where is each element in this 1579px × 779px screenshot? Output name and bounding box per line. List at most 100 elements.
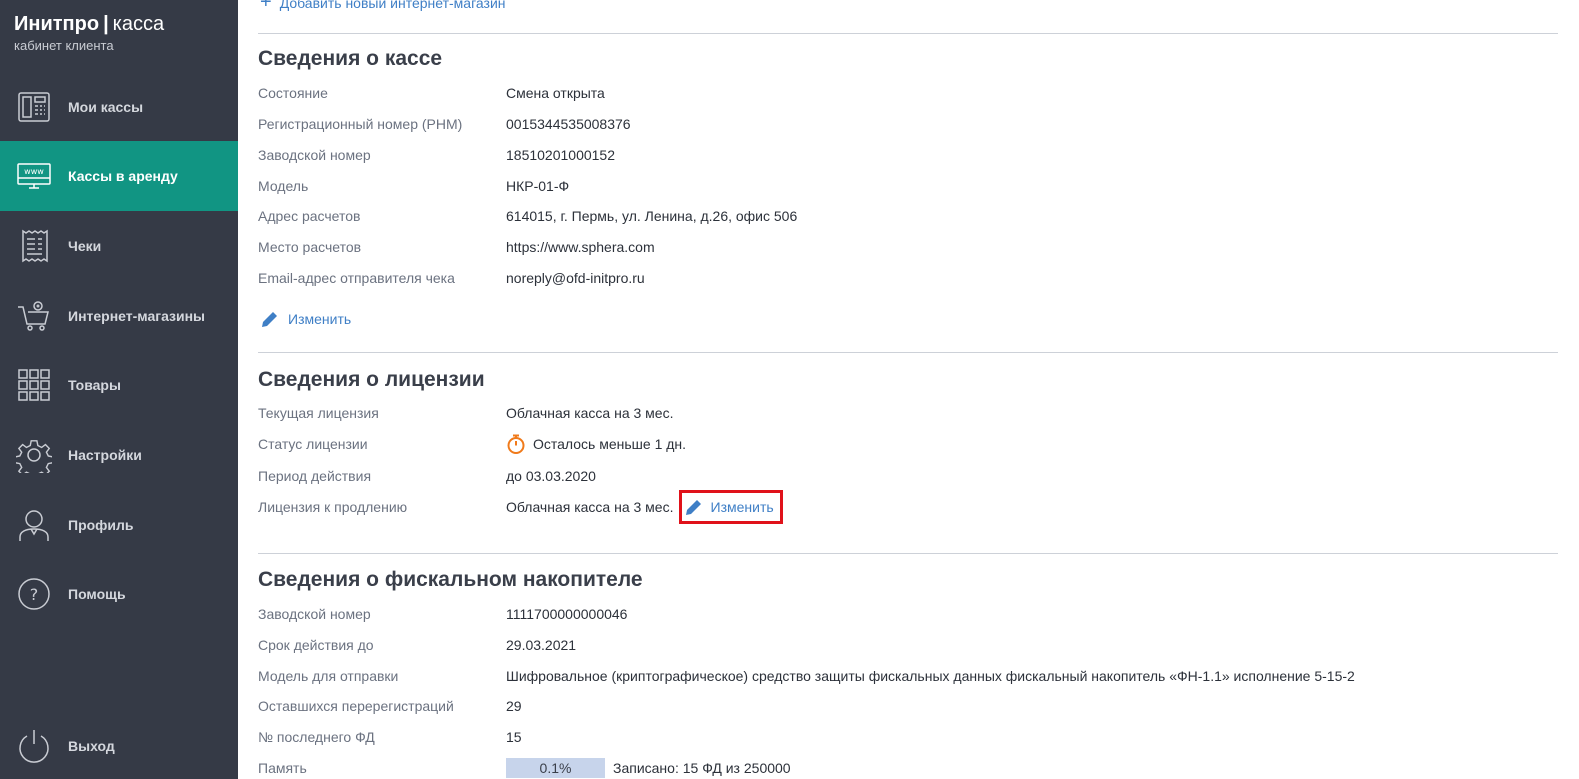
fn-row-model: Модель для отправки Шифровальное (криптог… xyxy=(258,665,1558,687)
row-value: Осталось меньше 1 дн. xyxy=(506,434,686,454)
row-label: Лицензия к продлению xyxy=(258,499,408,515)
sidebar-item-logout[interactable]: Выход xyxy=(0,711,238,779)
divider xyxy=(258,33,1558,34)
sidebar-item-my-kassas[interactable]: Мои кассы xyxy=(0,72,238,142)
row-label: Статус лицензии xyxy=(258,436,368,452)
row-value: https://www.sphera.com xyxy=(506,239,655,255)
row-value: 18510201000152 xyxy=(506,147,616,163)
brand-separator: | xyxy=(103,13,109,35)
edit-label: Изменить xyxy=(710,499,774,515)
row-value: Смена открыта xyxy=(506,85,605,101)
kassa-edit-button[interactable]: Изменить xyxy=(260,309,351,329)
license-row-period: Период действия до 03.03.2020 xyxy=(258,465,1558,487)
memory-text: Записано: 15 ФД из 250000 xyxy=(613,760,791,776)
sidebar-item-label: Помощь xyxy=(68,586,126,602)
row-value: 1111700000000046 xyxy=(506,606,628,622)
row-value: noreply@ofd-initpro.ru xyxy=(506,270,645,286)
sidebar-item-label: Кассы в аренду xyxy=(68,168,178,184)
fn-row-rereg: Оставшихся перерегистраций 29 xyxy=(258,695,1558,717)
row-value: Облачная касса на 3 мес. xyxy=(506,405,674,421)
sidebar-item-rental-kassas[interactable]: www Кассы в аренду xyxy=(0,141,238,211)
kassa-section-title: Сведения о кассе xyxy=(258,47,443,70)
row-label: Модель xyxy=(258,178,309,194)
brand-subtitle: кабинет клиента xyxy=(14,38,114,53)
sidebar-item-label: Мои кассы xyxy=(68,99,144,115)
sidebar-item-label: Настройки xyxy=(68,447,142,463)
add-shop-label: Добавить новый интернет-магазин xyxy=(279,0,506,11)
sidebar-item-label: Чеки xyxy=(68,238,102,254)
kassa-row-rnm: Регистрационный номер (РНМ) 0015344535008… xyxy=(258,113,1558,135)
pencil-icon xyxy=(262,310,279,327)
row-value: до 03.03.2020 xyxy=(506,468,596,484)
kassa-row-place: Место расчетов https://www.sphera.com xyxy=(258,236,1558,258)
row-label: Заводской номер xyxy=(258,147,371,163)
main-content: + Добавить новый интернет-магазин Сведен… xyxy=(258,0,1558,779)
timer-icon xyxy=(507,434,525,454)
pencil-icon xyxy=(685,500,701,515)
row-label: Оставшихся перерегистраций xyxy=(258,698,454,714)
brand-suffix: касса xyxy=(112,13,165,35)
sidebar-item-profile[interactable]: Профиль xyxy=(0,490,238,560)
license-row-status: Статус лицензии Осталось меньше 1 дн. xyxy=(258,433,1558,455)
row-label: № последнего ФД xyxy=(258,729,375,745)
fn-row-memory: Память 0.1% Записано: 15 ФД из 250000 xyxy=(258,757,1558,779)
license-section-title: Сведения о лицензии xyxy=(258,368,485,391)
kassa-row-status: Состояние Смена открыта xyxy=(258,82,1558,104)
row-label: Заводской номер xyxy=(258,606,371,622)
license-row-renewal: Лицензия к продлению Облачная касса на 3… xyxy=(258,490,1558,524)
edit-label: Изменить xyxy=(288,311,352,327)
sidebar-item-label: Выход xyxy=(68,738,115,754)
plus-icon: + xyxy=(260,0,272,13)
svg-text:www: www xyxy=(24,167,44,176)
sidebar-item-receipts[interactable]: Чеки xyxy=(0,211,238,281)
row-label: Email-адрес отправителя чека xyxy=(258,270,455,286)
row-value: 29 xyxy=(506,698,522,714)
license-status-text: Осталось меньше 1 дн. xyxy=(533,436,687,452)
row-value: 0015344535008376 xyxy=(506,116,631,132)
kassa-row-serial: Заводской номер 18510201000152 xyxy=(258,144,1558,166)
renewal-edit-button[interactable]: Изменить xyxy=(678,490,783,524)
user-icon xyxy=(16,507,52,543)
grid-icon xyxy=(16,367,52,403)
license-row-current: Текущая лицензия Облачная касса на 3 мес. xyxy=(258,402,1558,424)
row-label: Текущая лицензия xyxy=(258,405,379,421)
sidebar-item-online-shops[interactable]: Интернет-магазины xyxy=(0,281,238,351)
divider xyxy=(258,553,1558,554)
brand: Инитпро | касса кабинет клиента xyxy=(14,12,164,53)
sidebar-item-settings[interactable]: Настройки xyxy=(0,420,238,490)
row-value: 15 xyxy=(506,729,522,745)
svg-text:?: ? xyxy=(30,585,39,604)
sidebar-item-label: Профиль xyxy=(68,517,134,533)
sidebar-item-products[interactable]: Товары xyxy=(0,350,238,420)
row-value: 29.03.2021 xyxy=(506,637,577,653)
row-label: Состояние xyxy=(258,85,328,101)
divider xyxy=(258,352,1558,353)
sidebar-item-label: Товары xyxy=(68,377,121,393)
power-icon xyxy=(16,728,52,764)
row-label: Период действия xyxy=(258,468,372,484)
fn-section-title: Сведения о фискальном накопителе xyxy=(258,568,643,591)
kassa-row-email: Email-адрес отправителя чека noreply@ofd-… xyxy=(258,267,1558,289)
row-label: Память xyxy=(258,760,307,776)
row-label: Срок действия до xyxy=(258,637,374,653)
brand-title: Инитпро xyxy=(14,13,100,35)
memory-progress-bar: 0.1% xyxy=(506,758,605,778)
www-monitor-icon: www xyxy=(16,158,52,194)
add-shop-link[interactable]: + Добавить новый интернет-магазин xyxy=(260,0,506,14)
help-icon: ? xyxy=(16,576,52,612)
row-label: Место расчетов xyxy=(258,239,362,255)
row-value: Облачная касса на 3 мес. Изменить xyxy=(506,490,783,524)
fn-row-serial: Заводской номер 1111700000000046 xyxy=(258,603,1558,625)
fn-row-last-fd: № последнего ФД 15 xyxy=(258,726,1558,748)
receipt-icon xyxy=(16,228,52,264)
kassa-row-model: Модель НКР-01-Ф xyxy=(258,175,1558,197)
brand-name: Инитпро | касса xyxy=(14,12,164,36)
row-label: Модель для отправки xyxy=(258,668,399,684)
sidebar: Инитпро | касса кабинет клиента Мои кассы … xyxy=(0,0,238,779)
row-label: Адрес расчетов xyxy=(258,208,361,224)
fn-row-expiry: Срок действия до 29.03.2021 xyxy=(258,634,1558,656)
gear-icon xyxy=(16,437,52,473)
sidebar-item-help[interactable]: ? Помощь xyxy=(0,559,238,629)
shopping-cart-icon xyxy=(16,298,52,334)
kassa-row-address: Адрес расчетов 614015, г. Пермь, ул. Лени… xyxy=(258,205,1558,227)
